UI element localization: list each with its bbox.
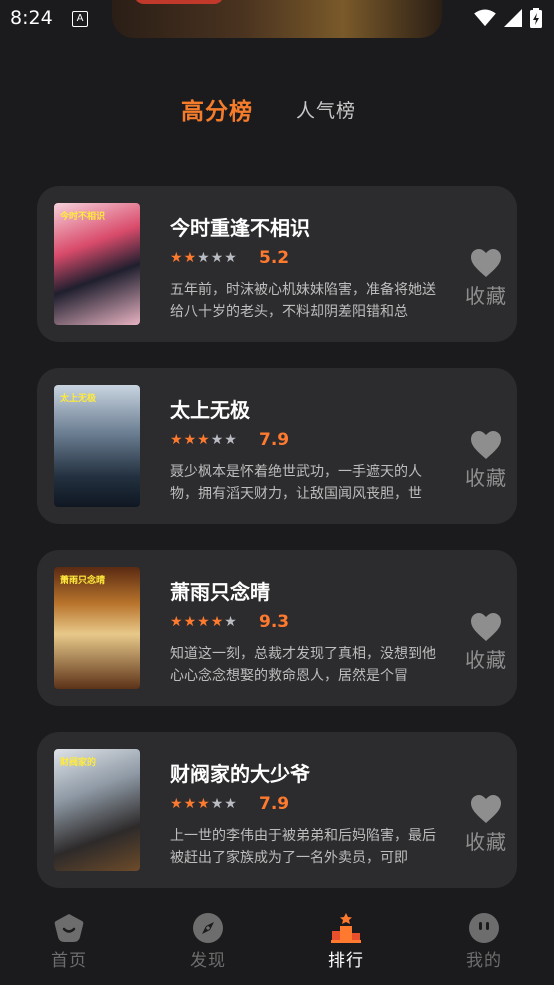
star-icon: ★: [210, 250, 225, 266]
star-rating: ★★★★★: [170, 432, 238, 448]
drama-score: 7.9: [259, 794, 290, 814]
notification-icon: A: [72, 11, 88, 27]
battery-icon: [530, 8, 542, 28]
bottom-nav: 首页 发现 排行 我的: [0, 904, 554, 985]
drama-description: 上一世的李伟由于被弟弟和后妈陷害，最后被赶出了家族成为了一名外卖员，可即: [170, 828, 436, 866]
tab-high-score[interactable]: 高分榜: [181, 92, 253, 126]
star-icon: ★: [170, 432, 184, 448]
star-icon: ★: [197, 614, 211, 630]
ranking-card[interactable]: 今时不相识 今时重逢不相识 ★★★★★ 5.2 五年前，时沫被心机妹妹陷害，准备…: [37, 186, 517, 342]
drama-description: 知道这一刻，总裁才发现了真相，没想到他心心念念想娶的救命恩人，居然是个冒: [170, 646, 436, 684]
star-icon: ★: [170, 796, 184, 812]
poster-text: 太上无极: [60, 394, 97, 404]
nav-profile[interactable]: 我的: [449, 912, 519, 971]
nav-label: 排行: [328, 951, 364, 971]
star-icon: ★: [183, 796, 198, 812]
drama-poster[interactable]: 萧雨只念晴: [54, 567, 140, 689]
drama-title[interactable]: 太上无极: [170, 394, 250, 423]
star-icon: ★: [224, 796, 238, 812]
nav-ranking[interactable]: 排行: [311, 912, 381, 971]
heart-icon: [471, 613, 501, 641]
heart-icon: [471, 249, 501, 277]
profile-icon: [469, 913, 499, 943]
star-icon: ★: [197, 796, 211, 812]
wifi-icon: [474, 9, 496, 27]
star-icon: ★: [210, 432, 225, 448]
poster-text: 今时不相识: [60, 212, 106, 222]
star-rating: ★★★★★: [170, 796, 238, 812]
poster-text: 财阀家的: [60, 758, 97, 768]
ranking-card[interactable]: 太上无极 太上无极 ★★★★★ 7.9 聂少枫本是怀着绝世武功，一手遮天的人物，…: [37, 368, 517, 524]
favorite-label: 收藏: [465, 830, 507, 854]
star-icon: ★: [183, 432, 198, 448]
drama-score: 9.3: [259, 612, 290, 632]
star-icon: ★: [197, 432, 211, 448]
favorite-button[interactable]: 收藏: [461, 248, 511, 309]
drama-description: 五年前，时沫被心机妹妹陷害，准备将她送给八十岁的老头，不料却阴差阳错和总: [170, 282, 436, 320]
nav-label: 首页: [51, 951, 87, 971]
status-time: 8:24: [10, 7, 53, 29]
favorite-label: 收藏: [465, 466, 507, 490]
star-icon: ★: [170, 250, 184, 266]
tab-popularity[interactable]: 人气榜: [296, 96, 356, 123]
drama-score: 5.2: [259, 248, 290, 268]
rank-icon: [331, 913, 361, 943]
drama-score: 7.9: [259, 430, 290, 450]
nav-home[interactable]: 首页: [34, 912, 104, 971]
heart-icon: [471, 795, 501, 823]
drama-title[interactable]: 今时重逢不相识: [170, 212, 310, 241]
favorite-button[interactable]: 收藏: [461, 430, 511, 491]
compass-icon: [193, 913, 223, 943]
favorite-button[interactable]: 收藏: [461, 794, 511, 855]
drama-poster[interactable]: 财阀家的: [54, 749, 140, 871]
nav-discover[interactable]: 发现: [173, 912, 243, 971]
top-banner-image[interactable]: [112, 0, 442, 38]
heart-icon: [471, 431, 501, 459]
star-icon: ★: [183, 250, 198, 266]
star-icon: ★: [210, 614, 225, 630]
drama-poster[interactable]: 今时不相识: [54, 203, 140, 325]
status-bar: 8:24 A: [0, 0, 554, 38]
star-icon: ★: [224, 614, 238, 630]
signal-icon: [504, 9, 522, 27]
star-icon: ★: [224, 432, 238, 448]
star-icon: ★: [197, 250, 211, 266]
favorite-label: 收藏: [465, 284, 507, 308]
drama-title[interactable]: 萧雨只念晴: [170, 576, 270, 605]
star-icon: ★: [210, 796, 225, 812]
nav-label: 发现: [190, 951, 226, 971]
favorite-label: 收藏: [465, 648, 507, 672]
ranking-card[interactable]: 财阀家的 财阀家的大少爷 ★★★★★ 7.9 上一世的李伟由于被弟弟和后妈陷害，…: [37, 732, 517, 888]
drama-poster[interactable]: 太上无极: [54, 385, 140, 507]
star-icon: ★: [224, 250, 238, 266]
star-icon: ★: [183, 614, 198, 630]
star-rating: ★★★★★: [170, 614, 238, 630]
favorite-button[interactable]: 收藏: [461, 612, 511, 673]
drama-description: 聂少枫本是怀着绝世武功，一手遮天的人物，拥有滔天财力，让敌国闻风丧胆，世: [170, 464, 422, 502]
ranking-card[interactable]: 萧雨只念晴 萧雨只念晴 ★★★★★ 9.3 知道这一刻，总裁才发现了真相，没想到…: [37, 550, 517, 706]
star-icon: ★: [170, 614, 184, 630]
nav-label: 我的: [466, 951, 502, 971]
drama-title[interactable]: 财阀家的大少爷: [170, 758, 310, 787]
poster-text: 萧雨只念晴: [60, 576, 106, 586]
star-rating: ★★★★★: [170, 250, 238, 266]
home-icon: [54, 914, 84, 942]
ranking-tabs: 高分榜 人气榜: [0, 88, 554, 128]
